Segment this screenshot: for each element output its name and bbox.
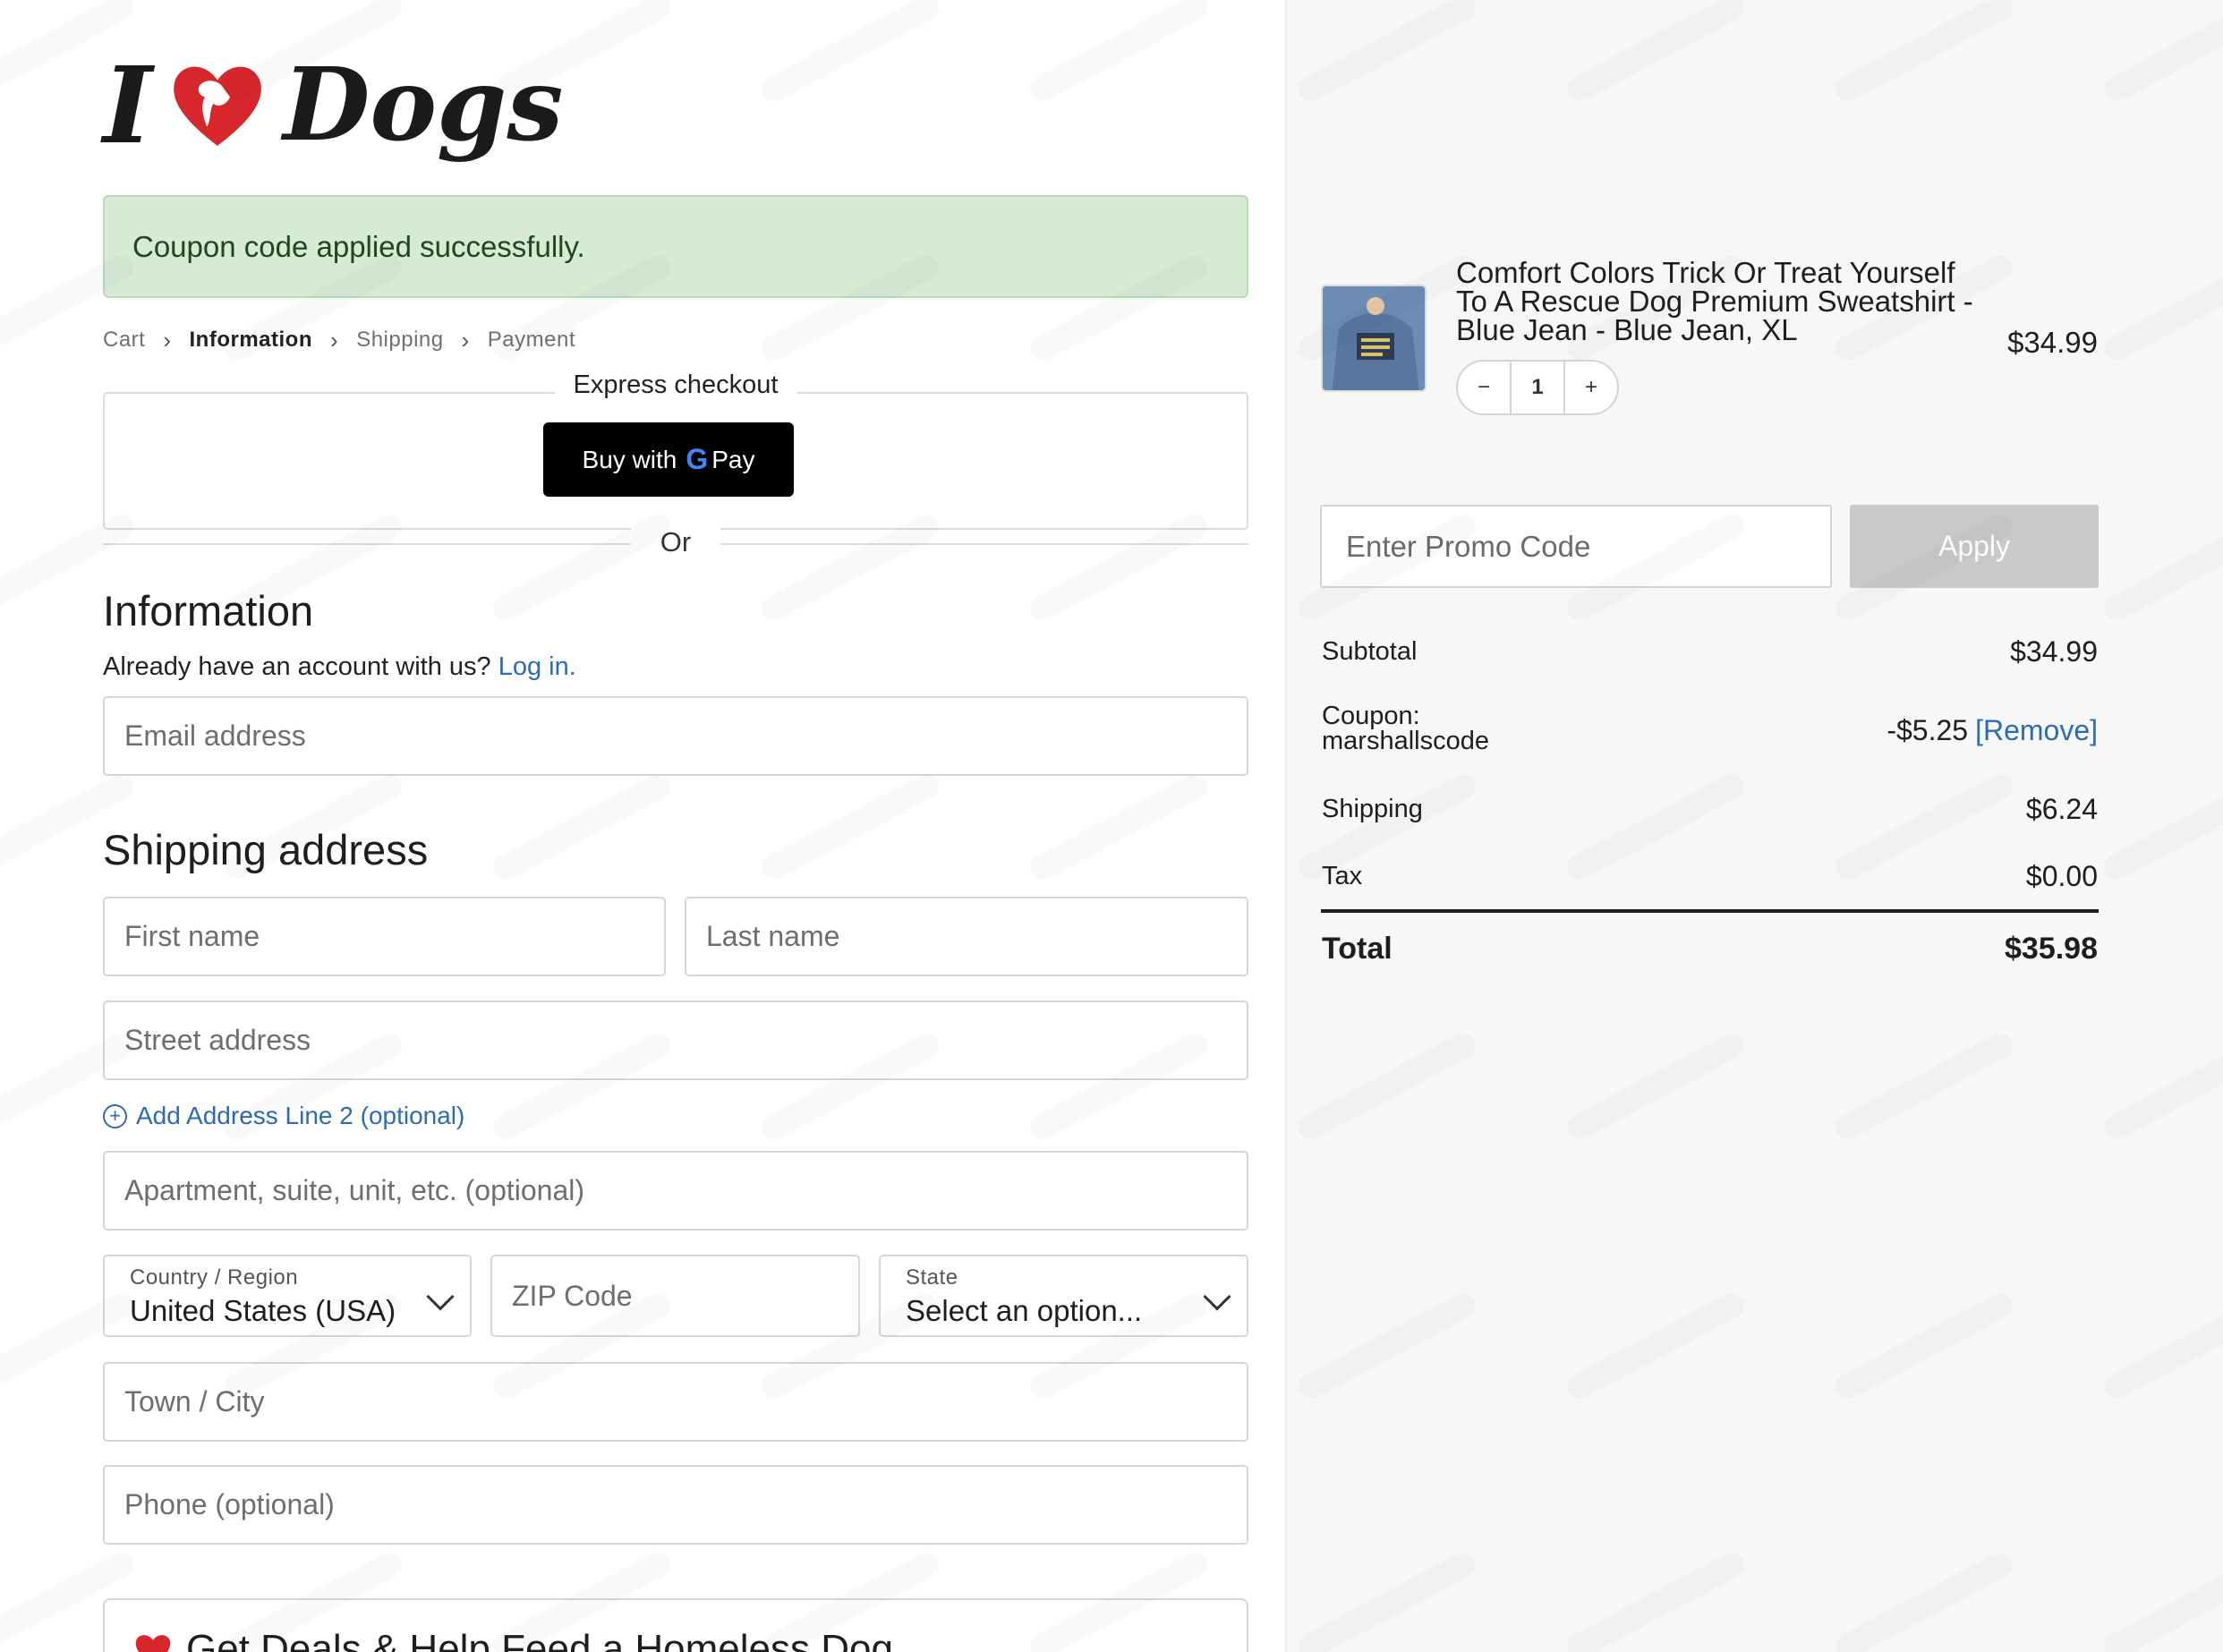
quantity-decrease-button[interactable]: − [1458,362,1510,413]
total-value: $35.98 [2005,932,2098,966]
last-name-field[interactable]: Last name [685,897,1248,976]
coupon-value: -$5.25 [1887,714,1969,746]
coupon-code: marshallscode [1322,727,1489,755]
or-label: Or [631,526,720,558]
coupon-discount: -$5.25 [Remove] [1887,714,2098,747]
state-select[interactable]: State Select an option... [879,1255,1248,1337]
chevron-right-icon: › [163,326,172,353]
country-value: United States (USA) [130,1294,396,1327]
breadcrumb-cart[interactable]: Cart [103,328,145,353]
chevron-right-icon: › [330,326,339,353]
total-divider [1321,909,2099,913]
coupon-success-notice: Coupon code applied successfully. [103,195,1248,298]
order-summary-panel [1285,0,2223,1652]
breadcrumb-shipping: Shipping [356,328,444,352]
breadcrumb: Cart › Information › Shipping › Payment [103,324,575,356]
gpay-suffix: Pay [711,445,755,473]
email-field[interactable]: Email address [103,696,1248,776]
add-address-line-2-label: Add Address Line 2 (optional) [136,1102,465,1129]
promo-code-input[interactable]: Enter Promo Code [1320,505,1832,588]
apartment-field[interactable]: Apartment, suite, unit, etc. (optional) [103,1151,1248,1230]
account-prompt-text: Already have an account with us? [103,652,491,681]
tax-label: Tax [1322,862,1363,890]
subtotal-label: Subtotal [1322,637,1418,666]
logo-suffix: Dogs [283,47,564,164]
breadcrumb-payment: Payment [487,328,575,352]
google-pay-button[interactable]: Buy with G Pay [543,422,794,497]
express-checkout-title: Express checkout [555,370,796,400]
quantity-stepper[interactable]: − 1 + [1456,360,1619,415]
phone-field[interactable]: Phone (optional) [103,1465,1248,1545]
breadcrumb-information: Information [189,328,313,352]
country-select[interactable]: Country / Region United States (USA) [103,1255,472,1337]
remove-coupon-link[interactable]: [Remove] [1975,714,2098,746]
plus-circle-icon: + [103,1103,127,1128]
country-label: Country / Region [130,1265,299,1290]
product-price: $34.99 [2007,326,2098,359]
coupon-label-text: Coupon: [1322,702,1420,730]
logo-prefix: I [103,43,153,167]
street-address-field[interactable]: Street address [103,1001,1248,1080]
subtotal-value: $34.99 [2010,635,2098,668]
tax-value: $0.00 [2025,860,2098,892]
product-image [1323,286,1425,390]
quantity-value[interactable]: 1 [1510,362,1565,413]
coupon-label: Coupon: marshallscode [1322,703,1489,754]
apply-promo-button[interactable]: Apply [1850,505,2099,588]
heart-logo-icon [174,66,262,146]
chevron-right-icon: › [461,326,470,353]
zip-code-field[interactable]: ZIP Code [490,1255,860,1337]
login-link[interactable]: Log in. [498,652,576,681]
checkout-form-panel: I Dogs Coupon code applied successfully.… [0,0,1285,1652]
first-name-field[interactable]: First name [103,897,666,976]
heart-icon [135,1635,171,1652]
product-thumbnail [1321,285,1427,392]
deals-signup-title: Get Deals & Help Feed a Homeless Dog [132,1627,893,1652]
shipping-value: $6.24 [2025,793,2098,825]
total-label: Total [1322,932,1393,966]
brand-logo[interactable]: I Dogs [103,43,563,168]
shipping-heading: Shipping address [103,826,429,873]
shipping-label: Shipping [1322,795,1423,823]
state-value: Select an option... [906,1294,1143,1327]
state-label: State [906,1265,958,1290]
gpay-prefix: Buy with [582,445,677,473]
city-field[interactable]: Town / City [103,1362,1248,1442]
deals-signup-text: Get Deals & Help Feed a Homeless Dog [186,1627,893,1652]
quantity-increase-button[interactable]: + [1565,362,1617,413]
google-g-icon: G [686,443,709,475]
information-heading: Information [103,587,314,634]
add-address-line-2-link[interactable]: + Add Address Line 2 (optional) [103,1102,464,1130]
account-prompt: Already have an account with us? Log in. [103,652,576,682]
product-title: Comfort Colors Trick Or Treat Yourself T… [1456,256,1973,346]
